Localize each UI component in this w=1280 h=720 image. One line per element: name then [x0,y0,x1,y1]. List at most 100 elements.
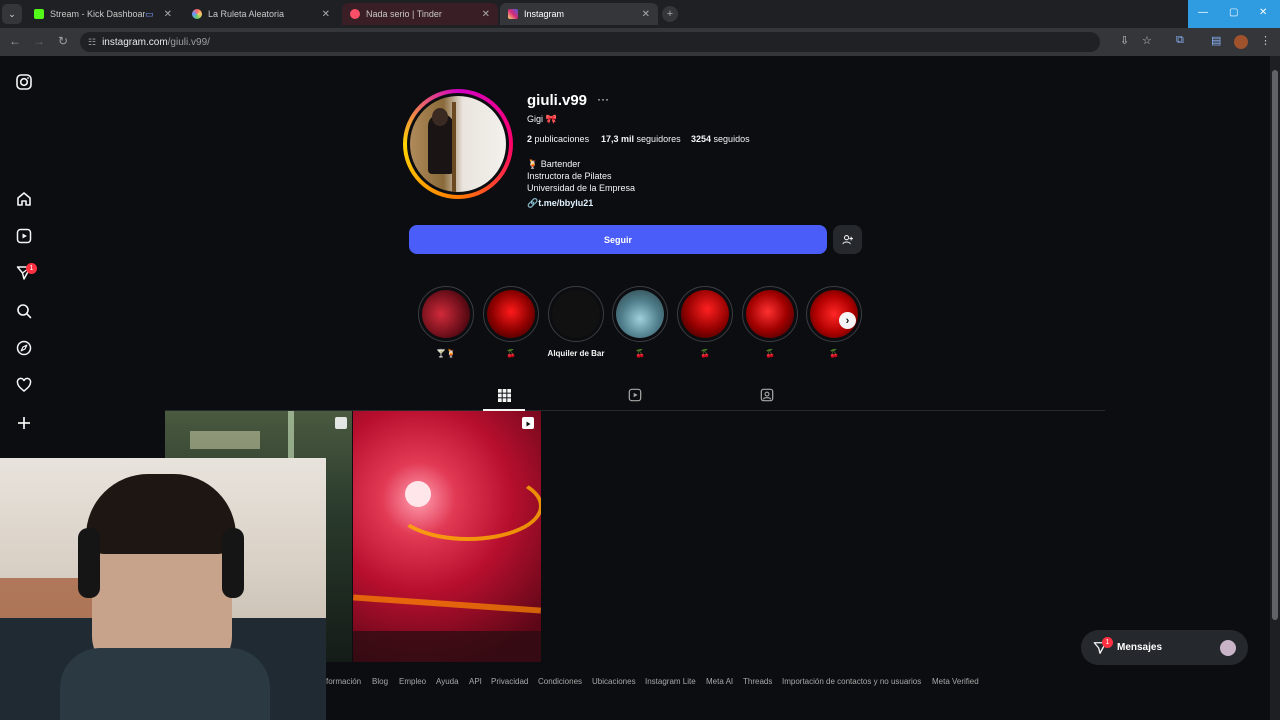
highlight-item[interactable] [742,286,798,342]
home-icon[interactable] [14,189,34,209]
suggested-accounts-button[interactable] [833,225,862,254]
footer-link[interactable]: Meta AI [706,677,733,686]
search-icon[interactable] [14,301,34,321]
footer-link[interactable]: Instagram Lite [645,677,696,686]
profile-link[interactable]: 🔗t.me/bbylu21 [527,198,593,209]
wheel-icon [192,9,202,19]
maximize-button[interactable]: ▢ [1229,7,1238,18]
instagram-favicon [508,9,518,19]
profile-username: giuli.v99 [527,92,588,109]
bookmark-star-icon[interactable]: ☆ [1142,34,1152,47]
highlight-label: 🍒 [829,349,839,358]
tab-reels[interactable] [627,387,643,403]
footer-link[interactable]: Condiciones [538,677,582,686]
highlights-next-button[interactable]: › [839,312,856,329]
messages-label: Mensajes [1117,642,1163,653]
highlight-cover [616,290,664,338]
instagram-logo-icon[interactable] [14,72,34,92]
site-info-icon[interactable]: ☷ [88,37,96,48]
highlight-label: 🍒 [700,349,710,358]
tab-ruleta[interactable]: La Ruleta Aleatoria ✕ [184,3,338,25]
tab-tagged[interactable] [759,387,775,403]
highlight-item[interactable] [483,286,539,342]
create-plus-icon[interactable] [14,413,34,433]
bio-line: Universidad de la Empresa [527,183,636,193]
webcam-overlay [0,458,326,720]
tab-posts[interactable] [496,387,512,403]
followers-label: seguidores [636,134,681,144]
footer-link[interactable]: Ayuda [436,677,459,686]
highlight-label: 🍒 [765,349,775,358]
tab-instagram[interactable]: Instagram ✕ [500,3,658,25]
tagged-person-icon [760,388,774,402]
url-path: /giuli.v99/ [167,36,210,48]
tab-kick[interactable]: Stream - Kick Dashboard ▭ ✕ [26,3,180,25]
footer-link[interactable]: API [469,677,482,686]
highlight-item[interactable] [418,286,474,342]
highlight-item[interactable] [548,286,604,342]
close-icon[interactable]: ✕ [482,9,490,20]
install-app-icon[interactable]: ⇩ [1120,34,1129,47]
close-icon[interactable]: ✕ [164,9,172,20]
reels-icon[interactable] [14,226,34,246]
sidebar-icon[interactable]: ▤ [1211,34,1221,47]
follow-button[interactable]: Seguir [409,225,827,254]
highlight-cover [746,290,794,338]
chevron-down-icon: ⌄ [8,8,16,19]
reels-icon [628,388,642,402]
highlight-cover [552,290,600,338]
followers-count: 17,3 mil [601,134,635,144]
reel-indicator-icon [335,417,347,429]
tab-tinder[interactable]: Nada serio | Tinder ✕ [342,3,498,25]
footer-link[interactable]: Importación de contactos y no usuarios [782,677,921,686]
footer-link[interactable]: formación [326,677,361,686]
forward-icon[interactable]: → [31,34,47,48]
post-thumbnail[interactable] [353,411,541,662]
following-count: 3254 [691,134,712,144]
explore-compass-icon[interactable] [14,338,34,358]
footer-link[interactable]: Ubicaciones [592,677,636,686]
scrollbar-thumb[interactable] [1272,70,1278,620]
following-label: seguidos [713,134,750,144]
reload-icon[interactable]: ↻ [55,34,71,48]
footer-link[interactable]: Privacidad [491,677,528,686]
highlight-cover [487,290,535,338]
tab-search-button[interactable]: ⌄ [2,4,22,24]
browser-tab-bar: ⌄ Stream - Kick Dashboard ▭ ✕ La Ruleta … [0,0,1280,28]
grid-icon [497,388,511,402]
new-tab-button[interactable]: + [662,6,678,22]
highlight-item[interactable] [677,286,733,342]
reel-indicator-icon [522,417,534,429]
footer-link[interactable]: Empleo [399,677,426,686]
highlight-item[interactable] [612,286,668,342]
extensions-icon[interactable]: ⧉ [1176,34,1184,47]
more-options-icon[interactable]: ··· [597,92,609,106]
menu-dots-icon[interactable]: ⋮ [1260,34,1271,47]
minimize-button[interactable]: — [1198,7,1208,18]
bio-line: 🍹 Bartender [527,159,581,169]
highlight-cover [681,290,729,338]
footer-link[interactable]: Meta Verified [932,677,979,686]
bio-line: Instructora de Pilates [527,171,612,181]
close-icon[interactable]: ✕ [322,9,330,20]
footer-link[interactable]: Blog [372,677,388,686]
back-icon[interactable]: ← [7,34,23,48]
followers-stat[interactable]: 17,3 mil seguidores [601,134,681,144]
window-close-button[interactable]: ✕ [1259,7,1267,18]
posts-count: 2 [527,134,533,144]
messages-button[interactable]: 1 Mensajes [1081,630,1248,665]
highlight-cover [422,290,470,338]
profile-avatar-icon[interactable] [1234,35,1248,49]
tab-label: Stream - Kick Dashboard [50,9,146,19]
following-stat[interactable]: 3254 seguidos [691,134,750,144]
tab-label: Instagram [524,9,565,19]
profile-full-name: Gigi 🎀 [527,114,557,124]
profile-avatar[interactable] [407,93,509,195]
heart-icon[interactable] [14,375,34,395]
highlight-label: Alquiler de Bar [547,349,605,358]
close-icon[interactable]: ✕ [642,9,650,20]
url-field[interactable]: ☷ instagram.com/giuli.v99/ [80,32,1100,52]
tab-label: La Ruleta Aleatoria [208,9,285,19]
footer-link[interactable]: Threads [743,677,772,686]
url-host: instagram.com [102,36,168,48]
